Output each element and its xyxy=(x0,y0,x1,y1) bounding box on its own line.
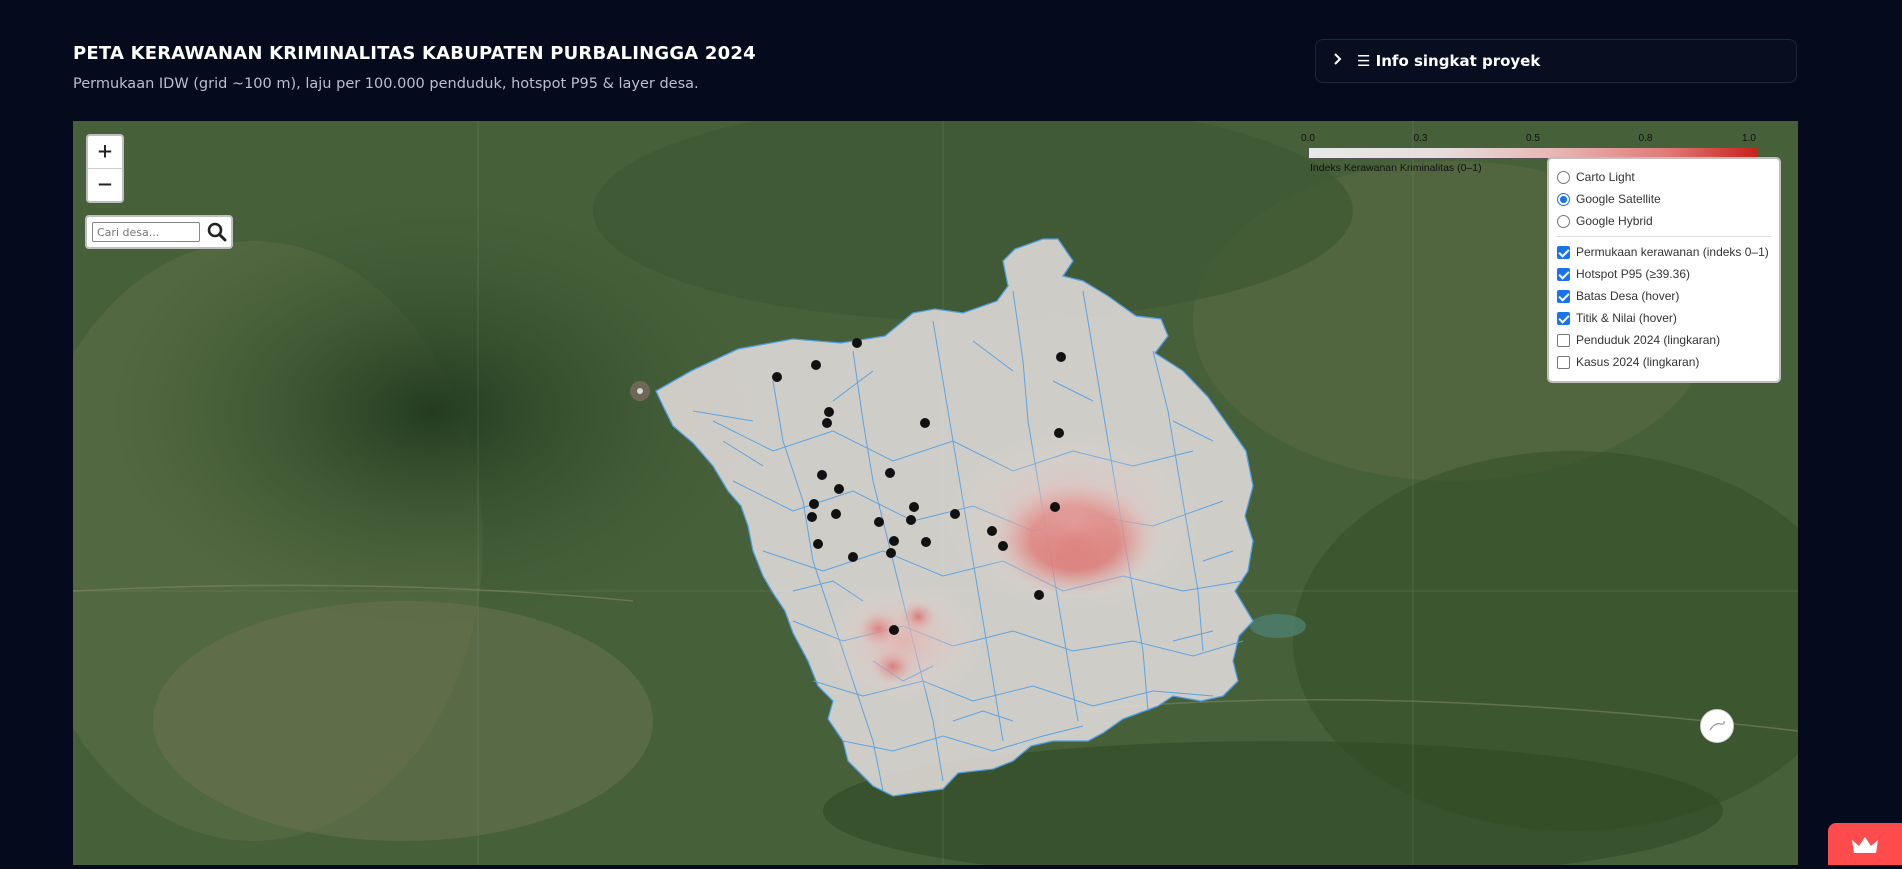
overlay-label: Kasus 2024 (lingkaran) xyxy=(1576,355,1700,369)
basemap-label: Carto Light xyxy=(1576,170,1635,184)
village-point xyxy=(822,418,832,428)
village-point xyxy=(885,468,895,478)
basemap-carto-light[interactable]: Carto Light xyxy=(1557,166,1771,188)
basemap-label: Google Satellite xyxy=(1576,192,1661,206)
village-point xyxy=(1050,502,1060,512)
overlay-label: Batas Desa (hover) xyxy=(1576,289,1680,303)
checkbox[interactable] xyxy=(1557,355,1570,369)
village-point xyxy=(906,515,916,525)
village-point xyxy=(817,470,827,480)
basemap-label: Google Hybrid xyxy=(1576,214,1653,228)
zoom-control: + − xyxy=(86,134,124,203)
village-point xyxy=(998,541,1008,551)
checkbox[interactable] xyxy=(1557,311,1570,325)
village-point xyxy=(831,509,841,519)
village-point xyxy=(921,537,931,547)
village-point xyxy=(889,536,899,546)
village-point xyxy=(909,502,919,512)
legend-tick: 0.8 xyxy=(1638,133,1653,144)
village-point xyxy=(987,526,997,536)
layer-separator xyxy=(1557,236,1771,237)
village-point xyxy=(1056,352,1066,362)
village-point xyxy=(889,625,899,635)
page-subtitle: Permukaan IDW (grid ~100 m), laju per 10… xyxy=(73,76,699,92)
legend-tick: 0.5 xyxy=(1526,133,1540,144)
overlay-points[interactable]: Titik & Nilai (hover) xyxy=(1557,307,1771,329)
overlay-hotspot[interactable]: Hotspot P95 (≥39.36) xyxy=(1557,263,1771,285)
overlay-population[interactable]: Penduduk 2024 (lingkaran) xyxy=(1557,329,1771,351)
app-badge[interactable] xyxy=(1828,823,1902,865)
overlay-village-border[interactable]: Batas Desa (hover) xyxy=(1557,285,1771,307)
village-point xyxy=(834,484,844,494)
legend-ticks: 0.0 0.3 0.5 0.8 1.0 xyxy=(1301,133,1758,145)
village-search xyxy=(85,215,233,249)
radio-button[interactable] xyxy=(1557,192,1570,206)
radio-button[interactable] xyxy=(1557,214,1570,228)
overlay-label: Hotspot P95 (≥39.36) xyxy=(1576,267,1690,281)
overlay-label: Permukaan kerawanan (indeks 0–1) xyxy=(1576,245,1769,259)
village-point xyxy=(950,509,960,519)
village-point xyxy=(772,372,782,382)
legend-tick: 1.0 xyxy=(1742,133,1756,144)
checkbox[interactable] xyxy=(1557,245,1570,259)
village-point xyxy=(809,499,819,509)
satellite-basemap xyxy=(73,121,1798,865)
info-expander[interactable]: ☰ Info singkat proyek xyxy=(1315,39,1797,83)
village-point xyxy=(807,512,817,522)
radio-button[interactable] xyxy=(1557,170,1570,184)
legend-tick: 0.3 xyxy=(1413,133,1428,144)
village-point xyxy=(813,539,823,549)
map-attribution-button[interactable] xyxy=(1700,709,1734,743)
basemap-google-satellite[interactable]: Google Satellite xyxy=(1557,188,1771,210)
overlay-surface[interactable]: Permukaan kerawanan (indeks 0–1) xyxy=(1557,241,1771,263)
map-view[interactable]: + − 0.0 0.3 0.5 0.8 1.0 Indeks Kerawanan… xyxy=(73,121,1798,865)
overlay-label: Penduduk 2024 (lingkaran) xyxy=(1576,333,1721,347)
village-point xyxy=(811,360,821,370)
overlay-label: Titik & Nilai (hover) xyxy=(1576,311,1677,325)
crown-icon xyxy=(1852,837,1878,853)
village-point xyxy=(920,418,930,428)
basemap-google-hybrid[interactable]: Google Hybrid xyxy=(1557,210,1771,232)
village-point xyxy=(824,407,834,417)
zoom-out-button[interactable]: − xyxy=(88,168,122,201)
checkbox[interactable] xyxy=(1557,333,1570,347)
village-search-input[interactable] xyxy=(92,222,200,242)
village-point xyxy=(1034,590,1044,600)
info-expander-label: ☰ Info singkat proyek xyxy=(1357,52,1541,70)
layer-control: Carto Light Google Satellite Google Hybr… xyxy=(1547,157,1781,383)
village-point xyxy=(886,548,896,558)
chevron-right-icon xyxy=(1333,53,1351,69)
village-point xyxy=(848,552,858,562)
village-point xyxy=(1054,428,1064,438)
checkbox[interactable] xyxy=(1557,267,1570,281)
village-point xyxy=(852,338,862,348)
checkbox[interactable] xyxy=(1557,289,1570,303)
page-title: PETA KERAWANAN KRIMINALITAS KABUPATEN PU… xyxy=(73,43,756,64)
village-point xyxy=(874,517,884,527)
overlay-cases[interactable]: Kasus 2024 (lingkaran) xyxy=(1557,351,1771,373)
search-icon[interactable] xyxy=(206,221,228,243)
legend-tick: 0.0 xyxy=(1301,133,1315,144)
zoom-in-button[interactable]: + xyxy=(88,136,122,168)
legend-caption: Indeks Kerawanan Kriminalitas (0–1) xyxy=(1310,162,1482,174)
